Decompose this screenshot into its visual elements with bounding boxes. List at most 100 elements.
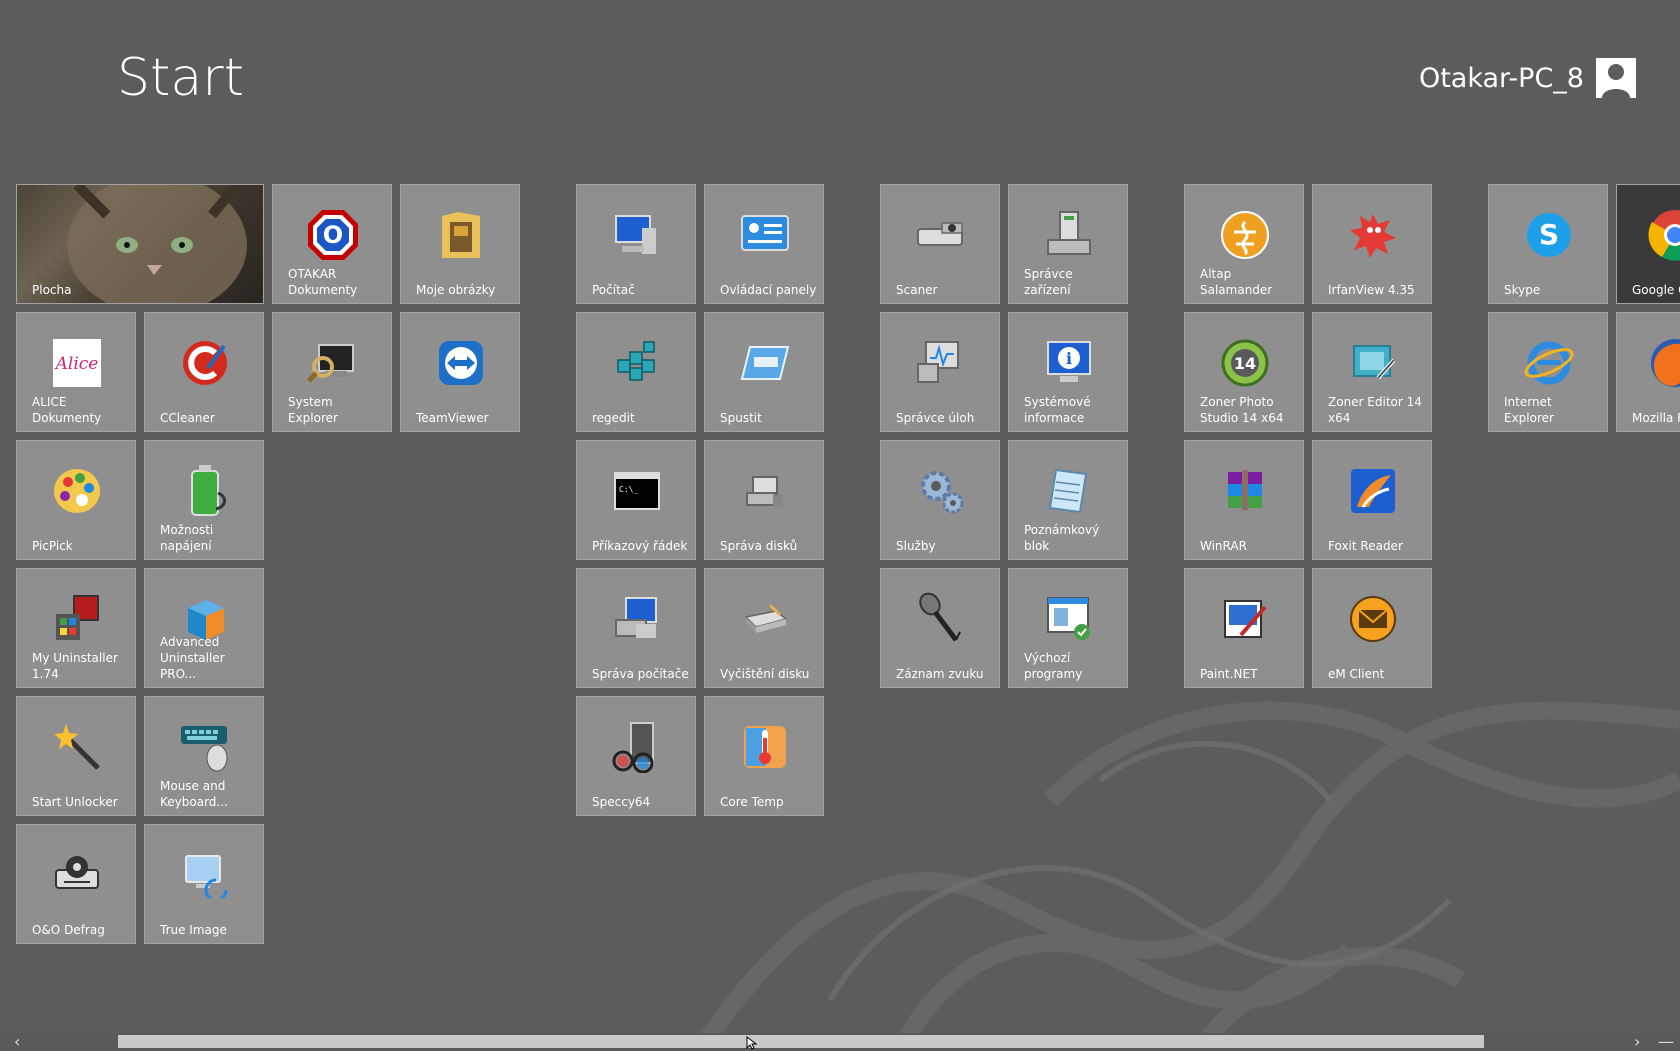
tile-label: eM Client	[1328, 667, 1385, 681]
tile-skype[interactable]: S Skype	[1488, 184, 1608, 304]
battery-icon	[175, 461, 235, 521]
tile-ccleaner[interactable]: CCleaner	[144, 312, 264, 432]
registry-icon	[607, 333, 667, 393]
tile-label: PicPick	[32, 539, 73, 553]
tile-irfanview[interactable]: IrfanView 4.35	[1312, 184, 1432, 304]
tile-ovladaci-panely[interactable]: Ovládací panely	[704, 184, 824, 304]
tile-sprava-disku[interactable]: Správa disků	[704, 440, 824, 560]
tile-poznamkovy-blok[interactable]: Poznámkový blok	[1008, 440, 1128, 560]
tile-altap-salamander[interactable]: Altap Salamander	[1184, 184, 1304, 304]
tile-mozilla-firefox[interactable]: Mozilla Fi	[1616, 312, 1680, 432]
firefox-icon	[1645, 333, 1680, 393]
tile-picpick[interactable]: PicPick	[16, 440, 136, 560]
tile-core-temp[interactable]: Core Temp	[704, 696, 824, 816]
computer-backup-icon	[175, 845, 235, 905]
palette-icon	[47, 461, 107, 521]
tile-systemove-informace[interactable]: i Systémové informace	[1008, 312, 1128, 432]
tile-pocitac[interactable]: Počítač	[576, 184, 696, 304]
tile-spravce-zarizeni[interactable]: Správce zařízení	[1008, 184, 1128, 304]
horizontal-scrollbar[interactable]: ‹ › —	[0, 1033, 1680, 1050]
tile-teamviewer[interactable]: TeamViewer	[400, 312, 520, 432]
system-explorer-icon	[303, 333, 363, 393]
tile-advanced-uninstaller[interactable]: Advanced Uninstaller PRO...	[144, 568, 264, 688]
tile-em-client[interactable]: eM Client	[1312, 568, 1432, 688]
computer-management-icon	[607, 589, 667, 649]
tile-oo-defrag[interactable]: O&O Defrag	[16, 824, 136, 944]
tile-moje-obrazky[interactable]: Moje obrázky	[400, 184, 520, 304]
tile-my-uninstaller[interactable]: My Uninstaller 1.74	[16, 568, 136, 688]
zoom-out-icon[interactable]: —	[1658, 1033, 1674, 1050]
tile-label: Poznámkový blok	[1024, 523, 1100, 553]
tile-label: Možnosti napájení	[160, 523, 214, 553]
tile-label: TeamViewer	[416, 411, 489, 425]
tile-start-unlocker[interactable]: Start Unlocker	[16, 696, 136, 816]
run-icon	[735, 333, 795, 393]
tile-label: Příkazový řádek	[592, 539, 688, 553]
svg-text:Alice: Alice	[54, 354, 99, 374]
tile-label: Správce zařízení	[1024, 267, 1073, 297]
scroll-right-arrow-icon[interactable]: ›	[1634, 1033, 1640, 1050]
zoner-photo-icon: 14	[1215, 333, 1275, 393]
mouse-cursor-icon	[746, 1036, 758, 1050]
tile-label: Altap Salamander	[1200, 267, 1273, 297]
tile-label: Start Unlocker	[32, 795, 118, 809]
tile-label: Výchozí programy	[1024, 651, 1083, 681]
tile-spustit[interactable]: Spustit	[704, 312, 824, 432]
tile-zaznam-zvuku[interactable]: Záznam zvuku	[880, 568, 1000, 688]
tile-label: Vyčištění disku	[720, 667, 810, 681]
user-account[interactable]: Otakar-PC_8	[1419, 58, 1636, 98]
tile-true-image[interactable]: True Image	[144, 824, 264, 944]
tile-label: Core Temp	[720, 795, 784, 809]
tile-moznosti-napajeni[interactable]: Možnosti napájení	[144, 440, 264, 560]
tile-zoner-editor[interactable]: Zoner Editor 14 x64	[1312, 312, 1432, 432]
chrome-icon	[1645, 205, 1680, 265]
tile-label: ALICE Dokumenty	[32, 395, 102, 425]
tile-label: WinRAR	[1200, 539, 1247, 553]
tile-label: Paint.NET	[1200, 667, 1258, 681]
tile-zoner-photo-studio[interactable]: 14 Zoner Photo Studio 14 x64	[1184, 312, 1304, 432]
tile-label: Mouse and Keyboard...	[160, 779, 228, 809]
tile-spravce-uloh[interactable]: Správce úloh	[880, 312, 1000, 432]
tile-sluzby[interactable]: Služby	[880, 440, 1000, 560]
tile-vychozi-programy[interactable]: Výchozí programy	[1008, 568, 1128, 688]
tile-label: Zoner Photo Studio 14 x64	[1200, 395, 1284, 425]
tile-speccy64[interactable]: Speccy64	[576, 696, 696, 816]
tile-paint-net[interactable]: Paint.NET	[1184, 568, 1304, 688]
svg-text:i: i	[1066, 349, 1072, 368]
disk-cleanup-icon	[735, 589, 795, 649]
keyboard-mouse-icon	[175, 717, 235, 777]
tile-label: Scaner	[896, 283, 938, 297]
tile-label: Správce úloh	[896, 411, 975, 425]
tile-label: Skype	[1504, 283, 1541, 297]
gears-icon	[911, 461, 971, 521]
tile-label: Speccy64	[592, 795, 651, 809]
tile-label: Google C	[1632, 283, 1680, 297]
svg-text:S: S	[1539, 218, 1559, 251]
tile-label: Systémové informace	[1024, 395, 1091, 425]
tile-regedit[interactable]: regedit	[576, 312, 696, 432]
tile-sprava-pocitace[interactable]: Správa počítače	[576, 568, 696, 688]
tile-plocha[interactable]: Plocha	[16, 184, 264, 304]
scroll-thumb[interactable]	[118, 1035, 1484, 1048]
emclient-icon	[1343, 589, 1403, 649]
tile-internet-explorer[interactable]: Internet Explorer	[1488, 312, 1608, 432]
tile-winrar[interactable]: WinRAR	[1184, 440, 1304, 560]
tile-label: Plocha	[32, 283, 72, 297]
page-title: Start	[117, 48, 245, 108]
tile-mouse-keyboard[interactable]: Mouse and Keyboard...	[144, 696, 264, 816]
tile-label: Moje obrázky	[416, 283, 496, 297]
tile-system-explorer[interactable]: System Explorer	[272, 312, 392, 432]
tile-label: Foxit Reader	[1328, 539, 1403, 553]
tile-otakar-dokumenty[interactable]: O OTAKAR Dokumenty	[272, 184, 392, 304]
tile-vycisteni-disku[interactable]: Vyčištění disku	[704, 568, 824, 688]
tile-foxit-reader[interactable]: Foxit Reader	[1312, 440, 1432, 560]
tile-label: Záznam zvuku	[896, 667, 984, 681]
tile-alice-dokumenty[interactable]: Alice ALICE Dokumenty	[16, 312, 136, 432]
tile-label: OTAKAR Dokumenty	[288, 267, 358, 297]
tile-scaner[interactable]: Scaner	[880, 184, 1000, 304]
tile-google-chrome[interactable]: Google C	[1616, 184, 1680, 304]
scroll-left-arrow-icon[interactable]: ‹	[14, 1033, 20, 1050]
tile-label: True Image	[160, 923, 227, 937]
tile-label: O&O Defrag	[32, 923, 105, 937]
tile-prikazovy-radek[interactable]: C:\_ Příkazový řádek	[576, 440, 696, 560]
